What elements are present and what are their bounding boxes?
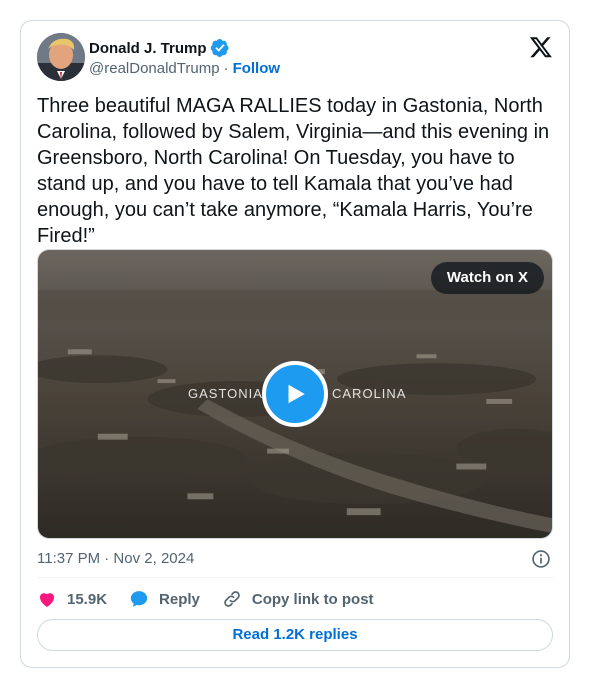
avatar-image — [37, 33, 85, 81]
separator-dot: · — [223, 60, 229, 77]
reply-button[interactable]: Reply — [129, 589, 200, 609]
divider — [37, 577, 553, 578]
avatar[interactable] — [37, 33, 85, 81]
video-overlay-text-right: CAROLINA — [332, 386, 407, 401]
tweet-timestamp[interactable]: 11:37 PM · Nov 2, 2024 — [37, 550, 194, 567]
reply-label: Reply — [159, 590, 200, 608]
follow-link[interactable]: Follow — [233, 60, 281, 77]
copy-link-label: Copy link to post — [251, 590, 374, 608]
play-icon — [288, 384, 305, 404]
link-icon — [224, 591, 240, 607]
heart-icon — [39, 593, 55, 607]
action-bar: 15.9K Reply Copy link to post — [37, 589, 396, 609]
play-button[interactable] — [262, 361, 328, 427]
x-logo-icon[interactable] — [529, 35, 553, 59]
author-handle-row: @realDonaldTrump · Follow — [89, 60, 280, 77]
like-button[interactable]: 15.9K — [37, 589, 107, 609]
tweet-embed-card: Donald J. Trump @realDonaldTrump · Follo… — [20, 20, 570, 668]
author-name-row: Donald J. Trump — [89, 38, 230, 58]
video-overlay-text-left: GASTONIA — [188, 386, 263, 401]
watch-on-x-button[interactable]: Watch on X — [430, 262, 544, 294]
author-handle[interactable]: @realDonaldTrump — [89, 60, 220, 77]
read-replies-button[interactable]: Read 1.2K replies — [37, 619, 553, 651]
verified-badge-icon — [210, 39, 229, 57]
reply-bubble-icon — [130, 591, 148, 607]
copy-link-button[interactable]: Copy link to post — [222, 589, 374, 609]
video-media[interactable]: GASTONIA CAROLINA Watch on X — [37, 249, 553, 539]
info-icon[interactable] — [531, 549, 551, 569]
like-count: 15.9K — [67, 590, 108, 608]
tweet-text: Three beautiful MAGA RALLIES today in Ga… — [37, 95, 555, 247]
author-name[interactable]: Donald J. Trump — [89, 40, 207, 57]
